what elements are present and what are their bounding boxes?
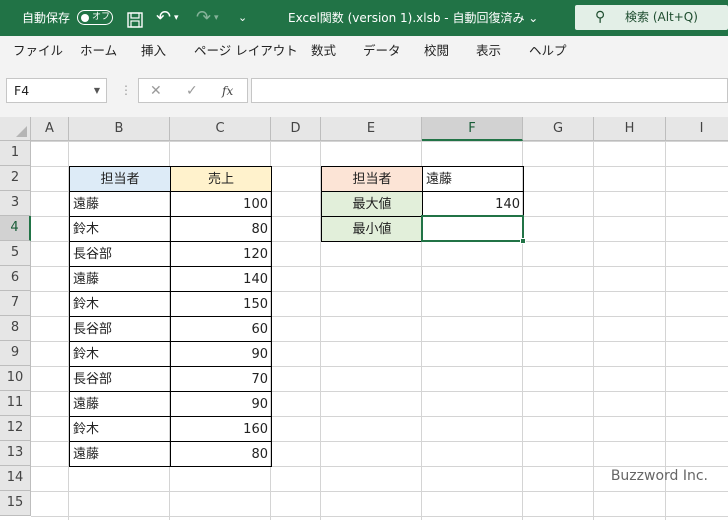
insert-function-icon[interactable]: fx [222,79,233,103]
column-header-i[interactable]: I [666,117,728,141]
select-all-icon [16,126,27,137]
column-header-e[interactable]: E [321,117,422,141]
header-cell-uriage[interactable]: 売上 [170,166,272,192]
gridline [593,141,594,520]
formula-buttons: ✕ ✓ fx [138,78,248,103]
save-icon[interactable] [126,1,144,37]
row-header-8[interactable]: 8 [0,316,31,341]
table-cell[interactable]: 鈴木 [69,291,171,317]
table-cell[interactable]: 長谷部 [69,241,171,267]
column-header-a[interactable]: A [31,117,69,141]
table-cell[interactable]: 90 [170,391,272,417]
table-cell[interactable]: 遠藤 [69,391,171,417]
chevron-down-icon[interactable]: ▼ [94,79,100,103]
document-title[interactable]: Excel関数 (version 1).xlsb - 自動回復済み ⌄ [288,0,538,36]
row-header-9[interactable]: 9 [0,341,31,366]
column-header-f[interactable]: F [422,117,523,141]
undo-dropdown-icon[interactable]: ▾ [174,0,179,36]
formula-input[interactable] [251,78,728,103]
table-cell[interactable]: 鈴木 [69,216,171,242]
watermark: Buzzword Inc. [610,468,708,484]
formula-bar: F4 ▼ ⋮ ✕ ✓ fx [0,66,728,117]
name-box[interactable]: F4 ▼ [6,78,107,103]
table-cell[interactable]: 長谷部 [69,366,171,392]
tab-home[interactable]: ホーム [80,36,117,66]
table-cell[interactable]: 60 [170,316,272,342]
customize-icon[interactable]: ⌄ [238,0,247,36]
min-value-cell-active[interactable] [421,215,524,242]
row-header-14[interactable]: 14 [0,466,31,491]
search-box[interactable]: ⚲ 検索 (Alt+Q) [575,5,728,30]
search-icon: ⚲ [595,9,606,25]
column-header-g[interactable]: G [523,117,594,141]
row-header-11[interactable]: 11 [0,391,31,416]
ribbon-tabs: ファイル ホーム 挿入 ページ レイアウト 数式 データ 校閲 表示 ヘルプ [0,36,728,66]
worksheet: A B C D E F G H I 1 2 3 4 5 6 7 8 9 10 1… [0,117,728,520]
row-header-4[interactable]: 4 [0,216,31,241]
row-header-5[interactable]: 5 [0,241,31,266]
table-cell[interactable]: 80 [170,216,272,242]
tab-insert[interactable]: 挿入 [141,36,166,66]
tab-formulas[interactable]: 数式 [311,36,336,66]
max-label-cell[interactable]: 最大値 [321,191,423,217]
row-header-13[interactable]: 13 [0,441,31,466]
row-header-1[interactable]: 1 [0,141,31,166]
min-label-cell[interactable]: 最小値 [321,216,423,242]
table-cell[interactable]: 100 [170,191,272,217]
select-all-button[interactable] [0,117,31,141]
redo-dropdown-icon[interactable]: ▾ [214,0,219,36]
gridline [665,141,666,520]
header-cell-tantousha[interactable]: 担当者 [69,166,171,192]
toggle-knob [81,13,89,22]
autosave-state: オフ [92,12,111,22]
table-cell[interactable]: 150 [170,291,272,317]
row-header-12[interactable]: 12 [0,416,31,441]
tab-help[interactable]: ヘルプ [529,36,567,66]
enter-icon[interactable]: ✓ [186,79,198,103]
tab-page-layout[interactable]: ページ レイアウト [194,36,298,66]
table-cell[interactable]: 遠藤 [69,441,171,467]
criteria-value-cell[interactable]: 遠藤 [422,166,524,192]
table-cell[interactable]: 90 [170,341,272,367]
row-header-2[interactable]: 2 [0,166,31,191]
table-cell[interactable]: 長谷部 [69,316,171,342]
tab-review[interactable]: 校閲 [424,36,449,66]
tab-file[interactable]: ファイル [13,36,63,66]
cancel-icon[interactable]: ✕ [150,79,162,103]
table-cell[interactable]: 遠藤 [69,266,171,292]
name-box-value: F4 [14,83,30,98]
tab-view[interactable]: 表示 [476,36,501,66]
autosave-toggle[interactable]: オフ [77,10,113,25]
row-header-10[interactable]: 10 [0,366,31,391]
table-cell[interactable]: 140 [170,266,272,292]
row-header-15[interactable]: 15 [0,491,31,516]
row-header-7[interactable]: 7 [0,291,31,316]
table-cell[interactable]: 120 [170,241,272,267]
row-header-6[interactable]: 6 [0,266,31,291]
tab-data[interactable]: データ [363,36,401,66]
column-header-b[interactable]: B [69,117,170,141]
table-cell[interactable]: 160 [170,416,272,442]
max-value-cell[interactable]: 140 [422,191,524,217]
autosave-label: 自動保存 [22,11,71,25]
redo-icon[interactable]: ↷ [196,0,211,36]
table-cell[interactable]: 鈴木 [69,341,171,367]
table-cell[interactable]: 鈴木 [69,416,171,442]
search-text: 検索 (Alt+Q) [625,10,698,24]
criteria-label-cell[interactable]: 担当者 [321,166,423,192]
column-header-h[interactable]: H [594,117,666,141]
table-cell[interactable]: 遠藤 [69,191,171,217]
column-header-c[interactable]: C [170,117,271,141]
fill-handle[interactable] [520,238,526,244]
table-cell[interactable]: 80 [170,441,272,467]
splitter-icon[interactable]: ⋮ [120,78,132,103]
row-header-3[interactable]: 3 [0,191,31,216]
title-bar: 自動保存 オフ ↶ ▾ ↷ ▾ ⌄ Excel関数 (version 1).xl… [0,0,728,36]
undo-icon[interactable]: ↶ [156,0,171,36]
column-header-d[interactable]: D [271,117,321,141]
table-cell[interactable]: 70 [170,366,272,392]
